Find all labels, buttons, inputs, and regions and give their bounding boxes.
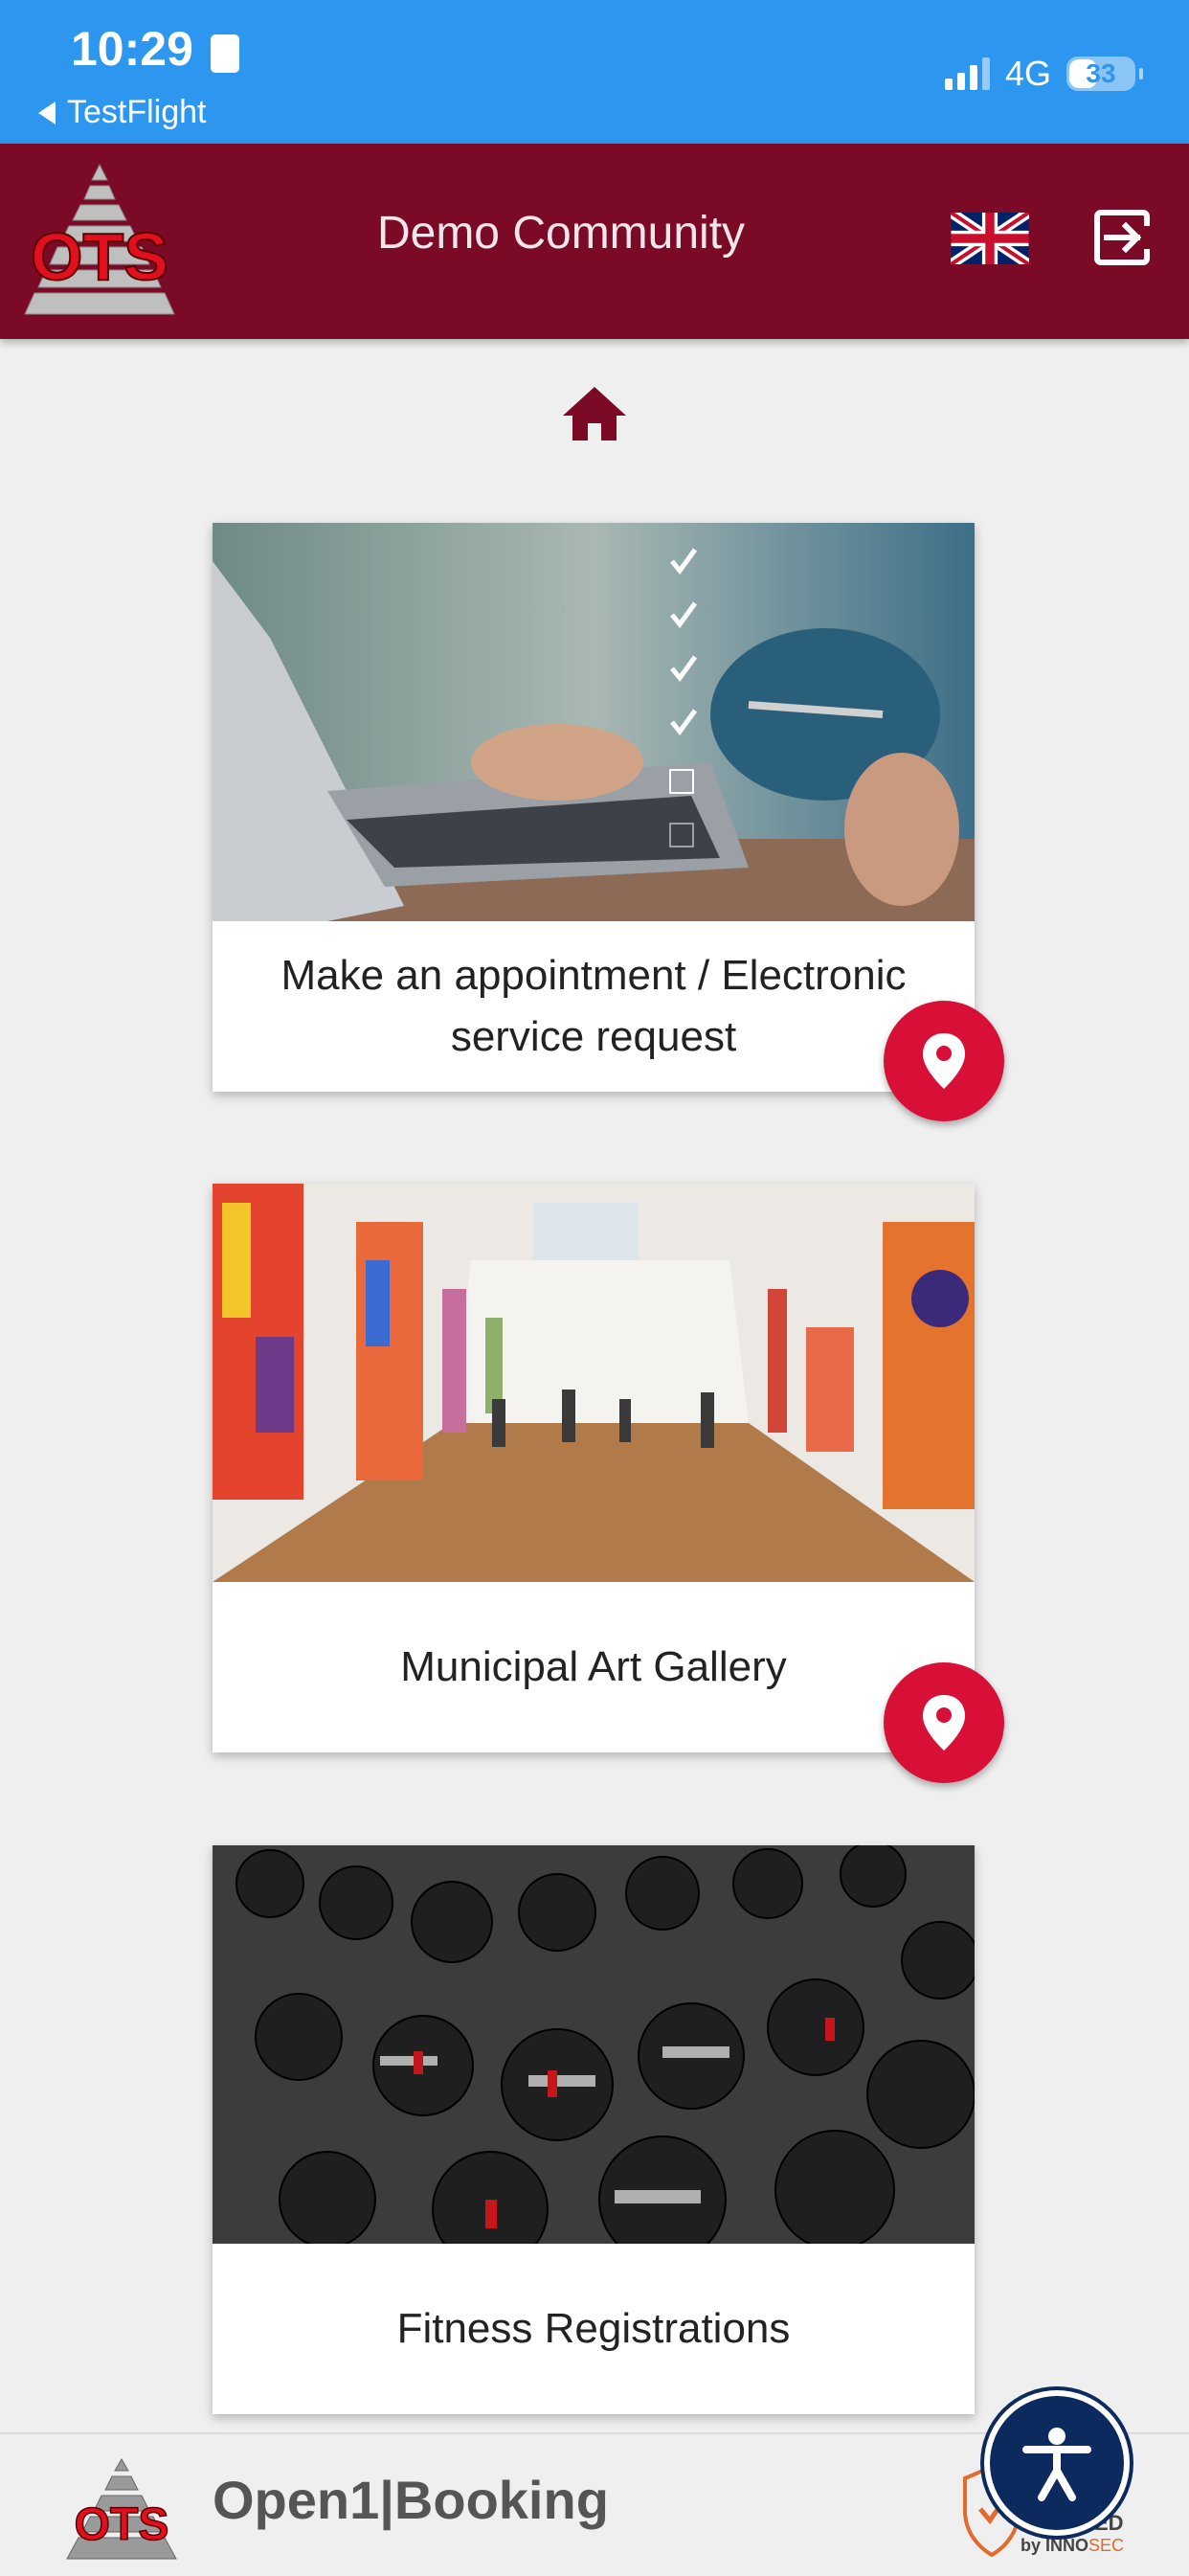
app-header: OTS Demo Community [0,144,1189,339]
logout-icon[interactable] [1093,207,1155,268]
card-appointment[interactable]: Make an appointment / Electronic service… [213,523,975,1092]
card-label: Municipal Art Gallery [400,1643,787,1690]
card-label: Fitness Registrations [396,2305,791,2352]
status-time: 10:29 [71,22,193,76]
art-gallery-image [213,1184,975,1582]
network-type: 4G [1004,54,1051,93]
signal-icon [944,57,990,90]
card-fitness[interactable]: Fitness Registrations [213,1845,975,2414]
card-label: Make an appointment / Electronic service… [280,952,907,1060]
ots-footer-logo-text: OTS [75,2499,169,2550]
uk-flag-icon[interactable] [951,213,1029,264]
location-button[interactable] [884,1001,1004,1121]
status-bar: 10:29 TestFlight 4G 33 [0,0,1189,144]
battery-level: 33 [1086,58,1116,88]
accessibility-icon [1022,2428,1091,2501]
status-indicators: 4G 33 [944,54,1143,94]
map-pin-icon [923,1695,965,1751]
back-label: TestFlight [67,94,207,130]
contact-card-icon [211,34,239,73]
ots-footer-logo: OTS [66,2458,177,2560]
location-button[interactable] [884,1662,1004,1783]
appointment-image [213,523,975,921]
accessibility-button[interactable] [990,2396,1124,2530]
dumbbells-image [213,1845,975,2244]
home-icon[interactable] [561,383,628,444]
map-pin-icon [923,1033,965,1089]
secured-by: by INNOSEC [1021,2536,1125,2555]
back-arrow-icon [38,101,56,124]
battery-icon: 33 [1066,56,1143,91]
back-to-testflight[interactable]: TestFlight [38,94,207,131]
card-art-gallery[interactable]: Municipal Art Gallery [213,1184,975,1752]
footer-brand: Open1|Booking [213,2470,609,2530]
